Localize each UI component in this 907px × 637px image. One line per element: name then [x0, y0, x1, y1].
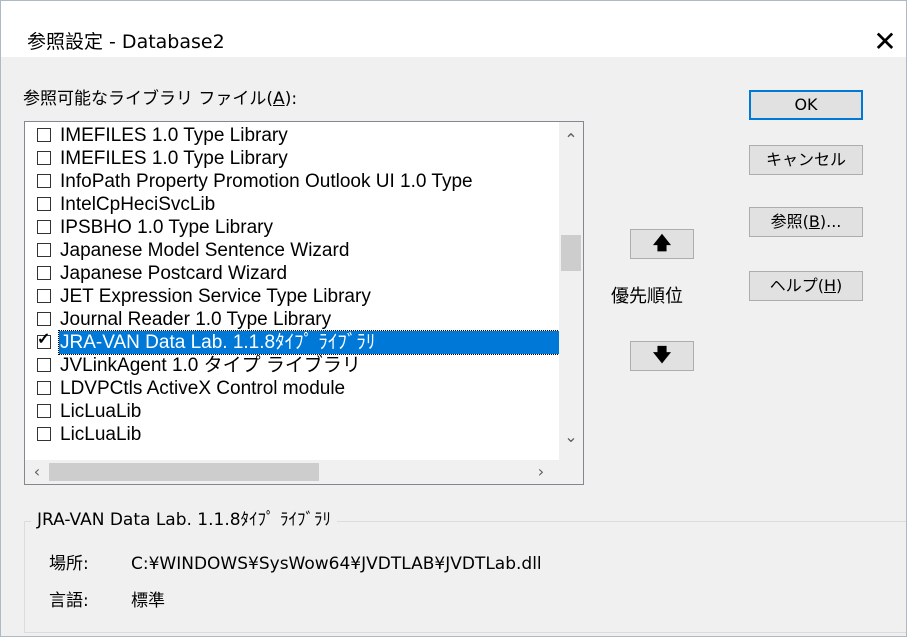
list-item-label: IPSBHO 1.0 Type Library [60, 217, 273, 238]
reference-checkbox[interactable] [37, 404, 51, 418]
reference-checkbox[interactable] [37, 197, 51, 211]
checkmark-icon: ✓ [37, 331, 51, 348]
browse-label-prefix: 参照( [770, 212, 809, 231]
help-label-accelerator: H [823, 276, 837, 295]
list-item[interactable]: JVLinkAgent 1.0 タイプ ライブラリ [25, 354, 560, 377]
list-item[interactable]: IntelCpHeciSvcLib [25, 193, 560, 216]
reference-checkbox[interactable] [37, 312, 51, 326]
window-title: 参照設定 - Database2 [27, 31, 225, 53]
scrollbar-corner [559, 460, 583, 484]
list-item[interactable]: IMEFILES 1.0 Type Library [25, 147, 560, 170]
list-item[interactable]: Japanese Model Sentence Wizard [25, 239, 560, 262]
list-item-label: Japanese Model Sentence Wizard [60, 240, 350, 261]
reference-checkbox[interactable] [37, 151, 51, 165]
list-label-accelerator: A [273, 89, 285, 109]
reference-checkbox[interactable] [37, 427, 51, 441]
list-item-label: LDVPCtls ActiveX Control module [60, 378, 346, 399]
list-item[interactable]: JET Expression Service Type Library [25, 285, 560, 308]
arrow-down-icon: 🡇 [652, 345, 672, 366]
reference-details-group [24, 521, 906, 633]
help-label-suffix: ) [836, 276, 843, 295]
vertical-scrollbar[interactable]: ⌃ ⌄ [559, 122, 583, 460]
list-item-label: IMEFILES 1.0 Type Library [60, 125, 288, 146]
reference-checkbox[interactable] [37, 358, 51, 372]
list-item-label: InfoPath Property Promotion Outlook UI 1… [60, 171, 473, 192]
available-references-label: 参照可能なライブラリ ファイル(A): [23, 89, 297, 109]
scroll-right-icon[interactable]: › [529, 460, 553, 484]
list-item[interactable]: LicLuaLib [25, 400, 560, 423]
references-listbox[interactable]: IMEFILES 1.0 Type Library IMEFILES 1.0 Ty… [24, 121, 584, 485]
list-item[interactable]: IMEFILES 1.0 Type Library [25, 124, 560, 147]
ok-button[interactable]: OK [749, 90, 863, 120]
browse-label-suffix: )... [819, 212, 842, 231]
list-item[interactable]: ✓ JRA-VAN Data Lab. 1.1.8ﾀｲﾌﾟ ﾗｲﾌﾞﾗﾘ [25, 330, 572, 355]
list-item[interactable]: Journal Reader 1.0 Type Library [25, 308, 560, 331]
priority-up-button[interactable]: 🡅 [630, 229, 694, 259]
close-icon[interactable]: ✕ [871, 28, 899, 56]
horizontal-scroll-thumb[interactable] [49, 463, 319, 481]
language-label: 言語: [49, 591, 89, 611]
reference-checkbox[interactable] [37, 243, 51, 257]
location-label: 場所: [49, 554, 89, 574]
reference-checkbox[interactable]: ✓ [37, 331, 51, 349]
scroll-left-icon[interactable]: ‹ [25, 460, 49, 484]
location-value: C:¥WINDOWS¥SysWow64¥JVDTLAB¥JVDTLab.dll [131, 554, 542, 574]
reference-checkbox[interactable] [37, 220, 51, 234]
list-item-label: IMEFILES 1.0 Type Library [60, 148, 288, 169]
browse-button[interactable]: 参照(B)... [749, 207, 863, 237]
reference-checkbox[interactable] [37, 174, 51, 188]
scroll-down-icon[interactable]: ⌄ [559, 425, 583, 449]
list-item[interactable]: Japanese Postcard Wizard [25, 262, 560, 285]
list-item[interactable]: IPSBHO 1.0 Type Library [25, 216, 560, 239]
horizontal-scrollbar[interactable]: ‹ › [25, 460, 559, 484]
arrow-up-icon: 🡅 [652, 233, 672, 254]
references-dialog: 参照設定 - Database2 ✕ 参照可能なライブラリ ファイル(A): I… [0, 0, 907, 637]
list-item-label: JVLinkAgent 1.0 タイプ ライブラリ [60, 355, 361, 376]
title-bar: 参照設定 - Database2 ✕ [1, 1, 906, 57]
scroll-up-icon[interactable]: ⌃ [559, 128, 583, 152]
reference-checkbox[interactable] [37, 128, 51, 142]
cancel-button[interactable]: キャンセル [749, 145, 863, 175]
reference-checkbox[interactable] [37, 289, 51, 303]
list-item-label: IntelCpHeciSvcLib [60, 194, 216, 215]
language-value: 標準 [131, 591, 165, 611]
vertical-scroll-thumb[interactable] [561, 235, 581, 271]
list-item-label: LicLuaLib [60, 401, 142, 422]
list-item-label: Journal Reader 1.0 Type Library [60, 309, 332, 330]
list-label-prefix: 参照可能なライブラリ ファイル( [23, 89, 274, 109]
reference-checkbox[interactable] [37, 381, 51, 395]
reference-details-title: JRA-VAN Data Lab. 1.1.8ﾀｲﾌﾟ ﾗｲﾌﾞﾗﾘ [31, 508, 337, 532]
list-item-label: JET Expression Service Type Library [60, 286, 371, 307]
priority-down-button[interactable]: 🡇 [630, 341, 694, 371]
reference-checkbox[interactable] [37, 266, 51, 280]
list-item-label: LicLuaLib [60, 424, 142, 445]
list-item[interactable]: LDVPCtls ActiveX Control module [25, 377, 560, 400]
list-item-label: JRA-VAN Data Lab. 1.1.8ﾀｲﾌﾟ ﾗｲﾌﾞﾗﾘ [58, 330, 572, 355]
help-button[interactable]: ヘルプ(H) [749, 271, 863, 301]
browse-label-accelerator: B [808, 212, 820, 231]
priority-label: 優先順位 [611, 286, 683, 307]
help-label-prefix: ヘルプ( [769, 276, 824, 295]
list-item[interactable]: InfoPath Property Promotion Outlook UI 1… [25, 170, 560, 193]
list-item[interactable]: LicLuaLib [25, 423, 560, 446]
list-label-suffix: ): [284, 89, 298, 109]
list-item-label: Japanese Postcard Wizard [60, 263, 288, 284]
references-list: IMEFILES 1.0 Type Library IMEFILES 1.0 Ty… [25, 124, 572, 446]
